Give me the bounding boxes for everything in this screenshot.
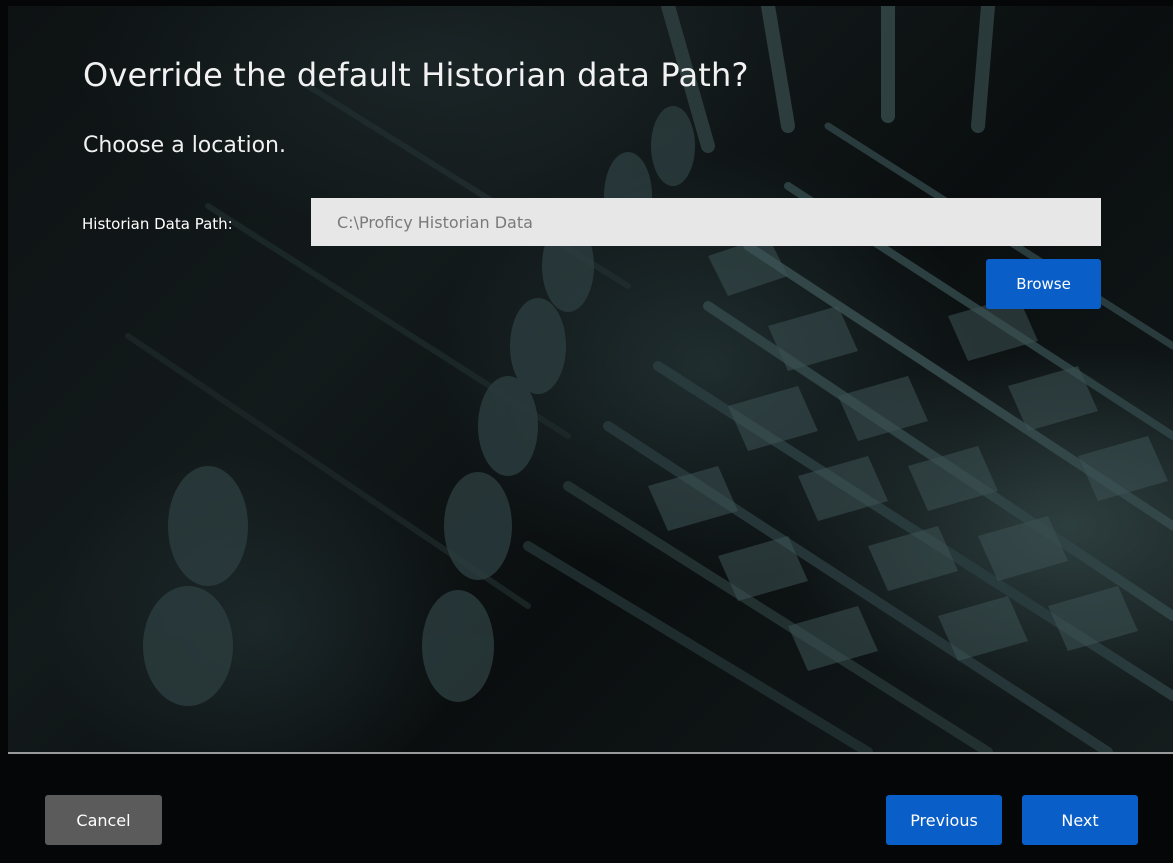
content-area: Override the default Historian data Path… bbox=[8, 6, 1173, 752]
previous-button[interactable]: Previous bbox=[886, 795, 1002, 845]
page-title: Override the default Historian data Path… bbox=[83, 56, 749, 94]
page-subtitle: Choose a location. bbox=[83, 133, 286, 158]
background-turbine-image bbox=[125, 6, 1173, 752]
historian-data-path-input[interactable] bbox=[311, 198, 1101, 246]
cancel-button[interactable]: Cancel bbox=[45, 795, 162, 845]
footer-bar: Cancel Previous Next bbox=[0, 754, 1173, 863]
installer-window: Override the default Historian data Path… bbox=[0, 0, 1173, 863]
browse-button[interactable]: Browse bbox=[986, 259, 1101, 309]
historian-data-path-label: Historian Data Path: bbox=[82, 215, 233, 233]
next-button[interactable]: Next bbox=[1022, 795, 1138, 845]
